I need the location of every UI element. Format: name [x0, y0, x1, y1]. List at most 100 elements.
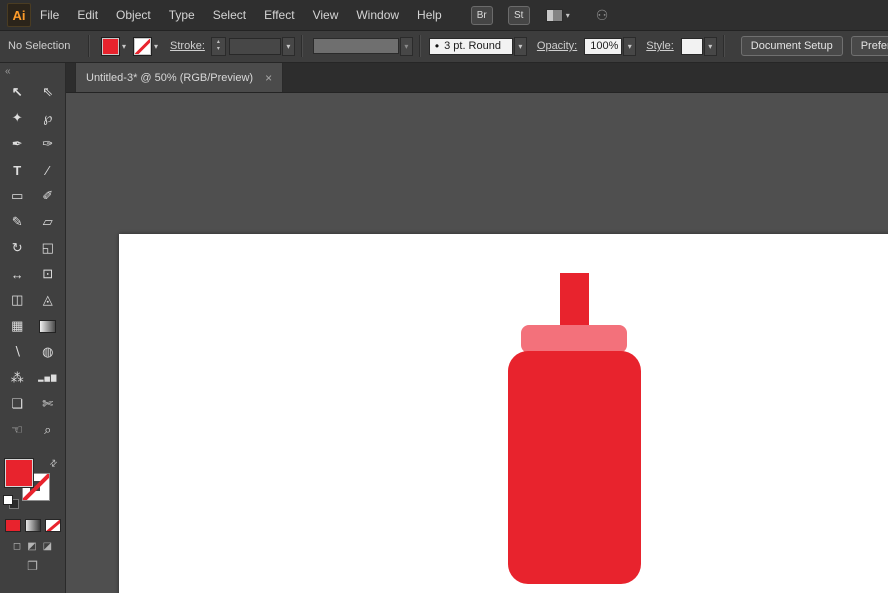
- none-slash-icon: [45, 519, 61, 532]
- bridge-button[interactable]: Br: [471, 6, 493, 25]
- default-fill-chip: [3, 495, 13, 505]
- swap-fill-stroke-icon[interactable]: ⇄: [47, 457, 60, 470]
- none-mode-button[interactable]: [45, 519, 61, 532]
- opacity-field[interactable]: 100%: [584, 38, 622, 55]
- draw-normal-button[interactable]: ◻: [13, 541, 21, 552]
- fill-swatch[interactable]: [5, 459, 33, 487]
- opacity-value: 100%: [590, 40, 618, 52]
- workspace-switcher[interactable]: ▾: [546, 9, 570, 22]
- line-segment-tool[interactable]: ∕: [33, 157, 64, 183]
- bottle-neck-shape[interactable]: [560, 273, 589, 331]
- divider: [723, 35, 725, 57]
- fill-chevron-icon[interactable]: ▾: [122, 42, 126, 51]
- menu-window[interactable]: Window: [347, 0, 408, 30]
- artboard[interactable]: [119, 234, 888, 593]
- width-profile-dropdown[interactable]: [313, 38, 399, 54]
- collapse-panel-icon[interactable]: «: [5, 66, 11, 77]
- opacity-label[interactable]: Opacity:: [537, 40, 577, 52]
- stepper-up-icon[interactable]: ▴: [212, 39, 225, 46]
- fill-color-swatch[interactable]: [102, 38, 119, 55]
- document-setup-button[interactable]: Document Setup: [741, 36, 843, 56]
- screen-mode-row: ❐: [0, 559, 65, 573]
- stroke-weight-field[interactable]: [229, 38, 281, 55]
- rectangle-tool[interactable]: ▭: [2, 183, 33, 209]
- type-tool[interactable]: T: [2, 157, 33, 183]
- menu-select[interactable]: Select: [204, 0, 255, 30]
- close-icon[interactable]: ×: [265, 71, 272, 85]
- stroke-weight-chevron-icon[interactable]: ▾: [282, 37, 295, 56]
- app-logo: Ai: [7, 3, 31, 27]
- menu-help[interactable]: Help: [408, 0, 451, 30]
- divider: [301, 35, 303, 57]
- stroke-label[interactable]: Stroke:: [170, 40, 205, 52]
- workspace-icon: [546, 9, 563, 22]
- eyedropper-tool[interactable]: ∖: [2, 339, 33, 365]
- brush-chevron-icon[interactable]: ▾: [514, 37, 527, 56]
- draw-behind-button[interactable]: ◩: [27, 541, 36, 552]
- opacity-chevron-icon[interactable]: ▾: [623, 37, 636, 56]
- style-label[interactable]: Style:: [646, 40, 674, 52]
- document-tab[interactable]: Untitled-3* @ 50% (RGB/Preview) ×: [75, 63, 283, 92]
- menu-type[interactable]: Type: [160, 0, 204, 30]
- control-bar: No Selection ▾ ▾ Stroke: ▴ ▾ ▾ ▾ • 3 pt.…: [0, 30, 888, 63]
- pencil-tool[interactable]: ✎: [2, 209, 33, 235]
- menu-file[interactable]: File: [31, 0, 68, 30]
- blend-tool[interactable]: ◍: [33, 339, 64, 365]
- perspective-grid-tool[interactable]: ◬: [33, 287, 64, 313]
- menu-bar: Ai File Edit Object Type Select Effect V…: [0, 0, 888, 31]
- menu-view[interactable]: View: [304, 0, 348, 30]
- mesh-tool[interactable]: ▦: [2, 313, 33, 339]
- hand-tool[interactable]: ☜: [2, 417, 33, 443]
- stroke-chevron-icon[interactable]: ▾: [154, 42, 158, 51]
- pen-tool[interactable]: ✒: [2, 131, 33, 157]
- screen-mode-button[interactable]: ❐: [27, 559, 38, 573]
- fill-stroke-indicator: ⇄: [0, 457, 65, 511]
- zoom-tool[interactable]: ⌕: [33, 417, 64, 443]
- rotate-tool[interactable]: ↻: [2, 235, 33, 261]
- brush-preview-dot: •: [435, 39, 439, 53]
- divider: [419, 35, 421, 57]
- column-graph-tool[interactable]: ▂▅▇: [33, 365, 64, 391]
- preferences-button[interactable]: Preferences: [851, 36, 888, 56]
- stroke-weight-stepper[interactable]: ▴ ▾: [211, 37, 226, 56]
- style-chevron-icon[interactable]: ▾: [704, 37, 717, 56]
- stroke-color-swatch[interactable]: [134, 38, 151, 55]
- tab-title: Untitled-3* @ 50% (RGB/Preview): [86, 72, 253, 84]
- appearance-buttons: [0, 519, 65, 532]
- divider: [88, 35, 90, 57]
- scale-tool[interactable]: ◱: [33, 235, 64, 261]
- chevron-down-icon: ▾: [566, 11, 570, 20]
- menu-edit[interactable]: Edit: [68, 0, 107, 30]
- gradient-tool[interactable]: [33, 313, 64, 339]
- default-fill-stroke-icon[interactable]: [3, 495, 19, 508]
- bottle-body-shape[interactable]: [508, 351, 641, 584]
- eraser-tool[interactable]: ▱: [33, 209, 64, 235]
- menu-effect[interactable]: Effect: [255, 0, 303, 30]
- width-tool[interactable]: ↔: [2, 261, 33, 287]
- style-swatch[interactable]: [681, 38, 703, 55]
- slice-tool[interactable]: ✄: [33, 391, 64, 417]
- illustrator-window: Ai File Edit Object Type Select Effect V…: [0, 0, 888, 593]
- paintbrush-tool[interactable]: ✐: [33, 183, 64, 209]
- free-transform-tool[interactable]: ⊡: [33, 261, 64, 287]
- brush-definition-dropdown[interactable]: • 3 pt. Round: [429, 38, 513, 55]
- symbol-sprayer-tool[interactable]: ⁂: [2, 365, 33, 391]
- lasso-tool[interactable]: ℘: [33, 105, 64, 131]
- magic-wand-tool[interactable]: ✦: [2, 105, 33, 131]
- gradient-mode-button[interactable]: [25, 519, 41, 532]
- direct-selection-tool[interactable]: ⇖: [33, 79, 64, 105]
- stock-button[interactable]: St: [508, 6, 530, 25]
- color-mode-button[interactable]: [5, 519, 21, 532]
- sync-icon[interactable]: ⚇: [596, 7, 609, 24]
- artboard-tool[interactable]: ❏: [2, 391, 33, 417]
- gradient-tool-icon: [39, 320, 56, 333]
- curvature-tool[interactable]: ✑: [33, 131, 64, 157]
- shape-builder-tool[interactable]: ◫: [2, 287, 33, 313]
- bottle-cap-shape[interactable]: [521, 325, 627, 353]
- canvas-area[interactable]: [65, 92, 888, 593]
- tools-grid: ↖ ⇖ ✦ ℘ ✒ ✑ T ∕ ▭ ✐ ✎ ▱ ↻ ◱ ↔ ⊡ ◫ ◬ ▦ ∖ …: [0, 79, 65, 443]
- draw-inside-button[interactable]: ◪: [43, 541, 52, 552]
- selection-tool[interactable]: ↖: [2, 79, 33, 105]
- menu-object[interactable]: Object: [107, 0, 160, 30]
- stepper-down-icon[interactable]: ▾: [212, 46, 225, 53]
